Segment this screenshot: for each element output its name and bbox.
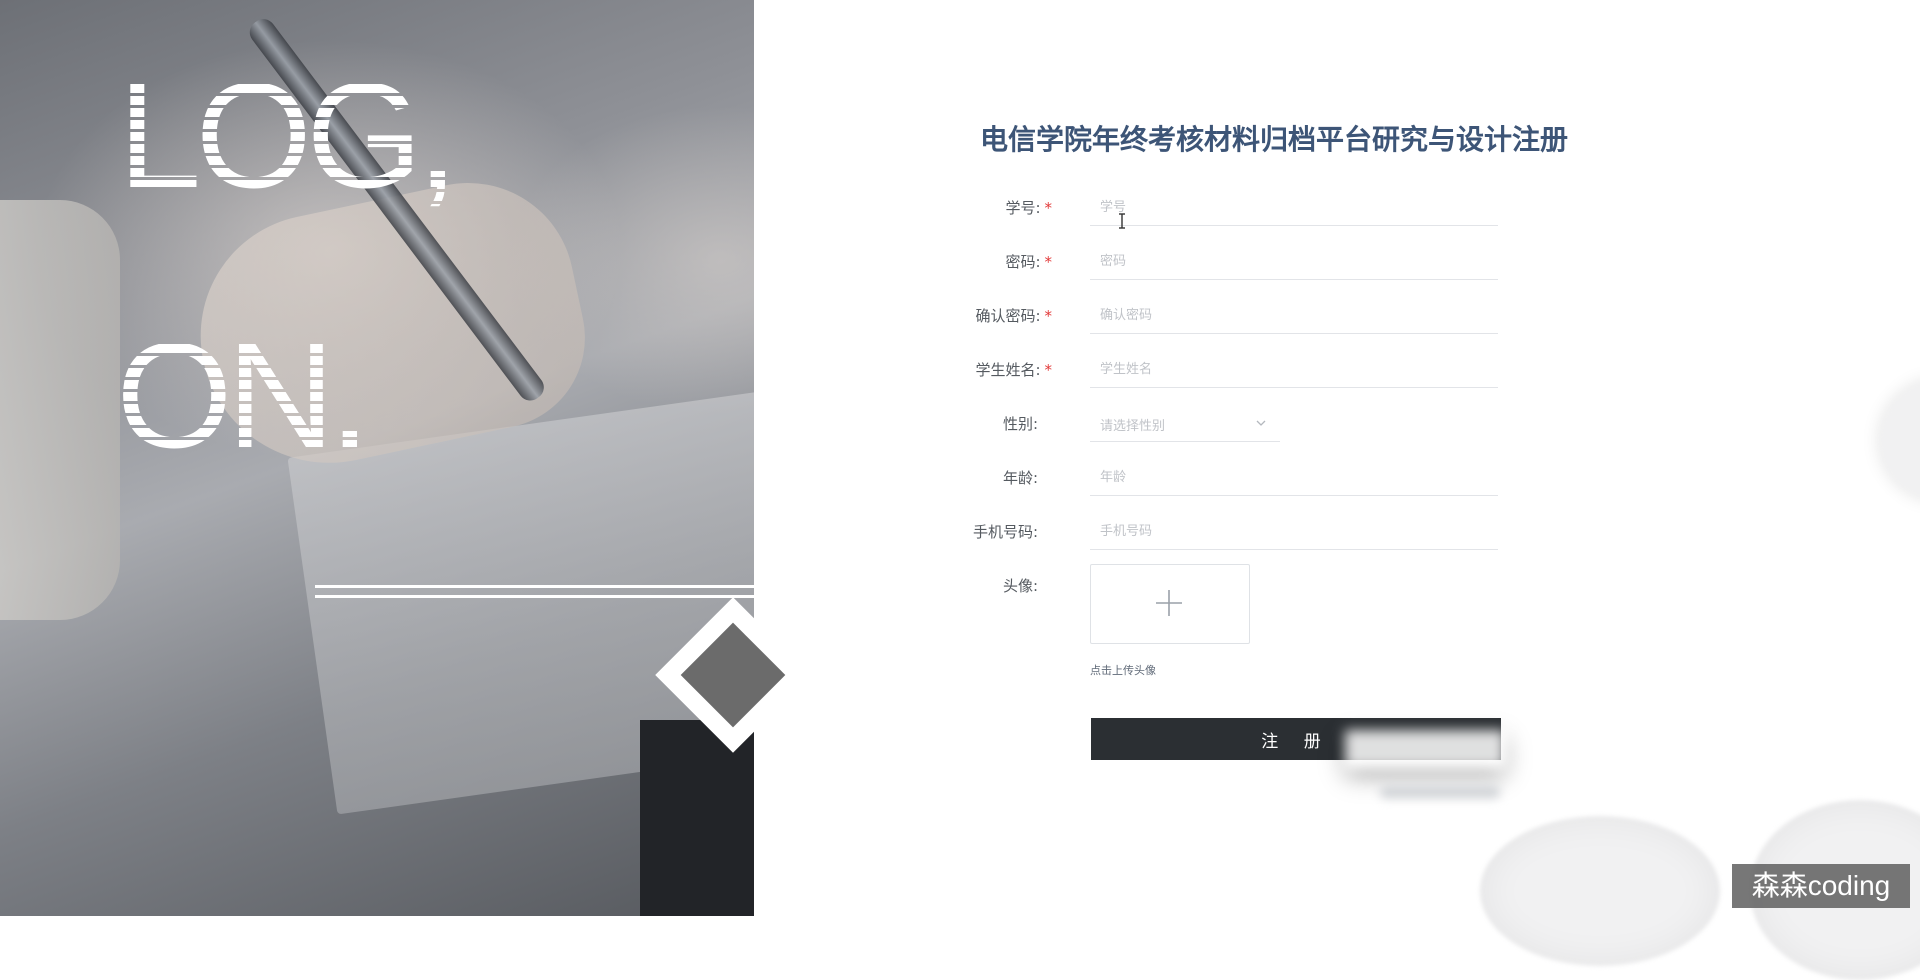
- plus-icon: [1156, 590, 1182, 616]
- form-row-student-id: 学号: *: [980, 190, 1500, 238]
- gender-label: 性别:: [1002, 415, 1038, 433]
- hero-divider-top: [315, 585, 754, 588]
- student-name-label: 学生姓名: *: [975, 361, 1053, 379]
- password-label: 密码: *: [1005, 253, 1053, 271]
- gender-select-placeholder: 请选择性别: [1100, 419, 1166, 434]
- student-id-input[interactable]: [1090, 190, 1498, 226]
- form-row-phone: 手机号码:: [973, 514, 1500, 562]
- student-name-input[interactable]: [1090, 352, 1498, 388]
- confirm-password-label: 确认密码: *: [975, 307, 1053, 325]
- hero-divider-bottom: [315, 595, 754, 598]
- student-id-label: 学号: *: [1005, 199, 1053, 217]
- gender-select[interactable]: 请选择性别: [1090, 406, 1280, 442]
- hero-panel: LOG, ON.: [0, 0, 754, 916]
- blurred-link: [1380, 786, 1500, 798]
- age-label: 年龄:: [1002, 469, 1038, 487]
- blurred-overlay: [1345, 730, 1505, 768]
- age-input[interactable]: [1090, 460, 1498, 496]
- form-row-age: 年龄:: [980, 460, 1500, 508]
- required-mark: *: [1044, 361, 1053, 379]
- required-mark: *: [1044, 199, 1053, 217]
- phone-label: 手机号码:: [972, 523, 1038, 541]
- hero-word-log: LOG,: [118, 51, 458, 219]
- confirm-password-input[interactable]: [1090, 298, 1498, 334]
- password-input[interactable]: [1090, 244, 1498, 280]
- required-mark: *: [1044, 253, 1053, 271]
- form-row-confirm-password: 确认密码: *: [975, 298, 1500, 346]
- hero-word-on: ON.: [116, 311, 371, 479]
- avatar-upload-hint: 点击上传头像: [1090, 664, 1156, 677]
- page-title: 电信学院年终考核材料归档平台研究与设计注册: [980, 123, 1569, 156]
- form-row-password: 密码: *: [980, 244, 1500, 292]
- watermark: 森森coding: [1732, 864, 1910, 908]
- decor-blob: [1880, 380, 1920, 500]
- hero-dark-corner: [640, 720, 754, 916]
- hero-cup: [0, 200, 120, 620]
- form-row-student-name: 学生姓名: *: [975, 352, 1500, 400]
- chevron-down-icon: [1256, 420, 1266, 426]
- decor-blob: [1480, 816, 1720, 966]
- text-cursor-icon: [1119, 213, 1125, 229]
- avatar-upload[interactable]: [1090, 564, 1250, 644]
- phone-input[interactable]: [1090, 514, 1498, 550]
- required-mark: *: [1044, 307, 1053, 325]
- form-row-gender: 性别: 请选择性别: [980, 414, 1500, 454]
- avatar-label: 头像:: [1002, 577, 1038, 595]
